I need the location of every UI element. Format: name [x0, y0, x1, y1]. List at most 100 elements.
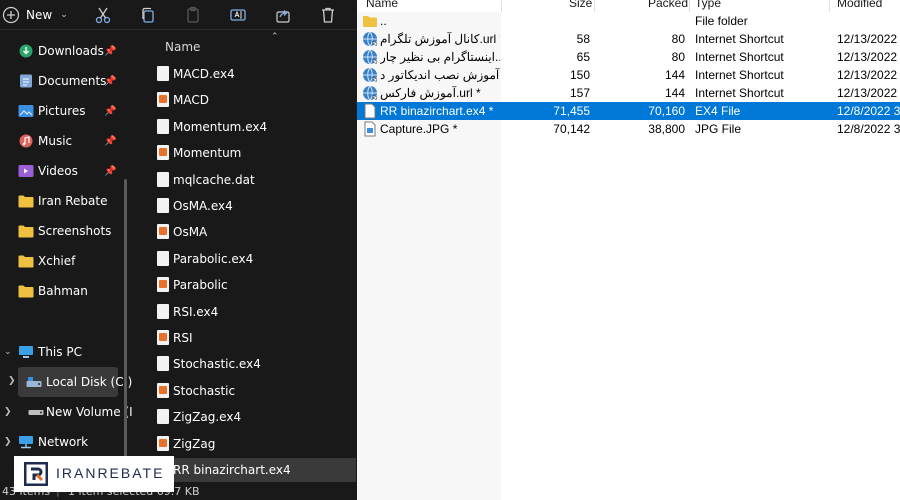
- sidebar-item-xchief[interactable]: Xchief: [0, 246, 128, 276]
- drive-icon: [28, 410, 44, 415]
- file-list-item[interactable]: MACD.ex4: [146, 62, 356, 86]
- new-button[interactable]: New ⌄: [2, 2, 68, 28]
- paste-button[interactable]: [180, 2, 206, 28]
- file-list-item[interactable]: Parabolic.ex4: [146, 247, 356, 271]
- command-bar: New ⌄: [0, 0, 357, 30]
- file-list-item[interactable]: mqlcache.dat: [146, 168, 356, 192]
- archive-row[interactable]: .. File folder: [357, 12, 900, 30]
- file-list-item[interactable]: Momentum: [146, 141, 356, 165]
- sidebar-item-label: Xchief: [38, 254, 76, 268]
- copy-button[interactable]: [135, 2, 161, 28]
- packed-size: 80: [671, 50, 685, 64]
- rename-button[interactable]: [225, 2, 251, 28]
- archive-column-headers: Name Size Packed Type Modified: [357, 0, 900, 12]
- column-divider[interactable]: [829, 0, 830, 12]
- file-list-item[interactable]: Momentum.ex4: [146, 115, 356, 139]
- mql-source-file-icon: [157, 277, 169, 293]
- file-name: Stochastic: [173, 383, 236, 398]
- file-icon: [157, 409, 169, 425]
- sidebar-item-iran-rebate[interactable]: Iran Rebate: [0, 186, 128, 216]
- file-name: OsMA: [173, 225, 208, 240]
- pin-icon: 📌: [104, 45, 117, 57]
- cut-button[interactable]: [90, 2, 116, 28]
- column-divider[interactable]: [501, 0, 502, 12]
- sidebar-item-downloads[interactable]: Downloads 📌: [0, 36, 128, 66]
- file-name: Parabolic: [173, 278, 228, 293]
- archive-file-list: Name Size Packed Type Modified .. File fo…: [357, 0, 900, 500]
- modified-date: 12/13/2022 3: [837, 50, 900, 64]
- file-name: ZigZag.ex4: [173, 410, 242, 425]
- sidebar-item-label: This PC: [38, 345, 82, 359]
- archive-row[interactable]: اینستاگرام بی نظیر چار... 65 80 Internet Sh…: [357, 48, 900, 66]
- pin-icon: 📌: [104, 75, 117, 87]
- sidebar-item-pictures[interactable]: Pictures 📌: [0, 96, 128, 126]
- file-type: JPG File: [695, 122, 742, 136]
- globe-icon: [362, 67, 378, 83]
- sidebar-item-label: Bahman: [38, 284, 88, 298]
- column-divider[interactable]: [594, 0, 595, 12]
- sidebar-item-videos[interactable]: Videos 📌: [0, 156, 128, 186]
- column-header-type[interactable]: Type: [695, 0, 721, 10]
- brand-watermark: IRANREBATE: [14, 456, 174, 492]
- archive-file-name: اینستاگرام بی نظیر چار...: [380, 50, 500, 64]
- modified-date: 12/8/2022 3:1: [837, 122, 900, 136]
- music-folder-icon: [19, 134, 33, 148]
- nav-scrollbar[interactable]: [124, 179, 127, 479]
- plus-icon: [2, 6, 20, 24]
- archive-row[interactable]: آموزش نصب اندیکاتور د... 150 144 Internet S…: [357, 66, 900, 84]
- sidebar-item-label: Network: [38, 435, 89, 449]
- column-divider[interactable]: [689, 0, 690, 12]
- archive-row[interactable]: کانال آموزش تلگرام.url * 58 80 Internet Sho…: [357, 30, 900, 48]
- sidebar-item-screenshots[interactable]: Screenshots: [0, 216, 128, 246]
- file-name: MACD.ex4: [173, 67, 235, 81]
- share-button[interactable]: [270, 2, 296, 28]
- pin-icon: 📌: [104, 135, 117, 147]
- column-header-name[interactable]: Name: [366, 0, 398, 10]
- file-list-pane: ⌃ Name MACD.ex4 MACD Momentum.ex4 Momentum m…: [134, 30, 357, 500]
- file-list-item[interactable]: RR binazirchart.ex4: [146, 458, 356, 482]
- column-header-modified[interactable]: Modified: [837, 0, 882, 10]
- file-type: Internet Shortcut: [695, 86, 784, 100]
- file-list-item[interactable]: Stochastic: [146, 379, 356, 403]
- chevron-right-icon[interactable]: ❯: [4, 437, 12, 447]
- sidebar-item-bahman[interactable]: Bahman: [0, 276, 128, 306]
- file-list-item[interactable]: RSI: [146, 326, 356, 350]
- name-cell: Capture.JPG *: [357, 120, 501, 138]
- file-size: 70,142: [553, 122, 590, 136]
- file-list-item[interactable]: ZigZag: [146, 432, 356, 456]
- name-cell: کانال آموزش تلگرام.url *: [357, 30, 501, 48]
- file-list-item[interactable]: RSI.ex4: [146, 300, 356, 324]
- chevron-right-icon[interactable]: ❯: [8, 376, 16, 386]
- sidebar-item-local-disk[interactable]: Local Disk (C:): [18, 367, 132, 397]
- column-header-packed[interactable]: Packed: [648, 0, 688, 10]
- mql-source-file-icon: [157, 382, 169, 398]
- file-icon: [362, 103, 378, 119]
- archive-row[interactable]: آموزش فارکس.url * 157 144 Internet Shortcut…: [357, 84, 900, 102]
- sidebar-item-documents[interactable]: Documents 📌: [0, 66, 128, 96]
- download-folder-icon: [19, 44, 33, 58]
- sidebar-item-this-pc[interactable]: ⌄ This PC: [0, 337, 128, 367]
- folder-icon: [18, 285, 34, 298]
- file-list-item[interactable]: Parabolic: [146, 273, 356, 297]
- brand-name: IRANREBATE: [56, 465, 165, 481]
- file-list-item[interactable]: ZigZag.ex4: [146, 405, 356, 429]
- archive-file-name: Capture.JPG *: [380, 122, 458, 136]
- chevron-right-icon[interactable]: ❯: [4, 407, 12, 417]
- sidebar-item-music[interactable]: Music 📌: [0, 126, 128, 156]
- archive-row[interactable]: RR binazirchart.ex4 * 71,455 70,160 EX4 Fil…: [357, 102, 900, 120]
- mql-source-file-icon: [157, 435, 169, 451]
- file-list-item[interactable]: Stochastic.ex4: [146, 352, 356, 376]
- file-icon: [157, 118, 169, 134]
- column-header-size[interactable]: Size: [569, 0, 592, 10]
- archive-row[interactable]: Capture.JPG * 70,142 38,800 JPG File 12/8/20…: [357, 120, 900, 138]
- file-list-item[interactable]: OsMA: [146, 220, 356, 244]
- sidebar-item-new-volume[interactable]: ❯ New Volume (I: [0, 397, 133, 427]
- file-name: RSI: [173, 331, 193, 345]
- delete-button[interactable]: [315, 2, 341, 28]
- sidebar-item-network[interactable]: ❯ Network: [0, 427, 128, 457]
- column-header-name[interactable]: Name: [165, 40, 200, 54]
- file-list-item[interactable]: OsMA.ex4: [146, 194, 356, 218]
- chevron-down-icon[interactable]: ⌄: [4, 347, 12, 357]
- file-list-item[interactable]: MACD: [146, 88, 356, 112]
- file-name: Parabolic.ex4: [173, 251, 254, 266]
